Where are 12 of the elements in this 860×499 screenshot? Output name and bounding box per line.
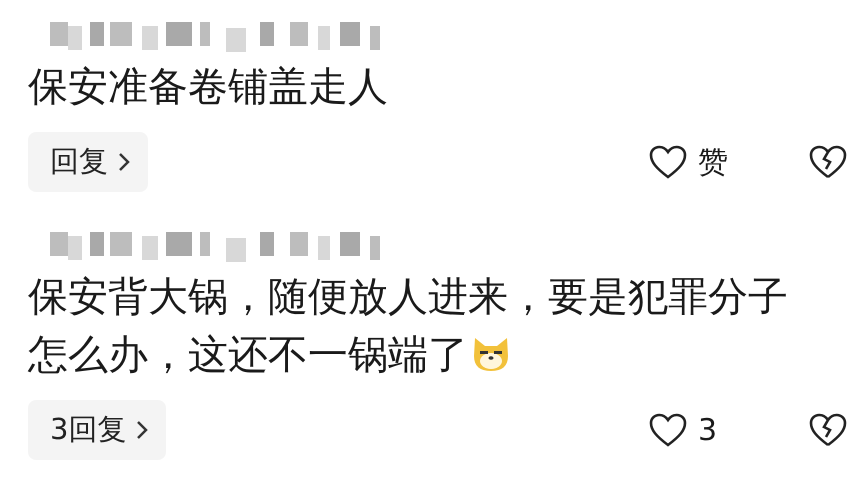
like-heart-icon[interactable]: [648, 144, 688, 180]
broken-heart-icon[interactable]: [808, 412, 848, 448]
like-count: 3: [698, 412, 718, 448]
comment-text: 保安背大锅，随便放人进来，要是犯罪分子怎么办，这还不一锅端了: [28, 273, 789, 380]
comment-text: 保安准备卷铺盖走人: [28, 63, 389, 112]
like-count: 赞: [698, 144, 729, 182]
reply-button[interactable]: 回复: [28, 132, 148, 192]
chevron-right-icon: [136, 420, 148, 440]
reply-button[interactable]: 3回复: [28, 400, 166, 460]
broken-heart-icon[interactable]: [808, 144, 848, 180]
like-heart-icon[interactable]: [648, 412, 688, 448]
chevron-right-icon: [118, 152, 130, 172]
